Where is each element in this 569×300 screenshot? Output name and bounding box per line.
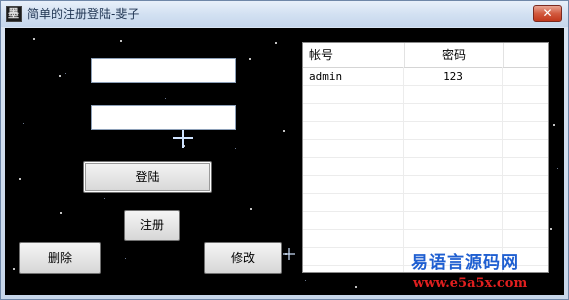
star — [553, 124, 555, 126]
watermark-url: www.e5a5x.com — [413, 276, 528, 291]
app-window: 墨 简单的注册登陆-斐子 ✕ 登陆 注册 删除 修改 帐号 密码 admin 1… — [0, 0, 569, 300]
star — [249, 58, 251, 60]
star — [165, 98, 166, 99]
list-header: 帐号 密码 — [303, 43, 548, 68]
cell-password: 123 — [443, 70, 463, 83]
star — [283, 130, 285, 132]
title-bar[interactable]: 墨 简单的注册登陆-斐子 ✕ — [1, 1, 568, 27]
star — [235, 148, 236, 149]
password-field[interactable] — [91, 105, 236, 130]
empty-row — [303, 230, 548, 248]
star — [59, 75, 61, 77]
empty-row — [303, 122, 548, 140]
window-title: 简单的注册登陆-斐子 — [27, 7, 140, 21]
empty-row — [303, 104, 548, 122]
username-field[interactable] — [91, 58, 236, 83]
account-list[interactable]: 帐号 密码 admin 123 — [302, 42, 549, 273]
empty-row — [303, 212, 548, 230]
sparkle-star — [283, 248, 295, 260]
column-header-password[interactable]: 密码 — [404, 43, 503, 67]
column-header-empty — [503, 43, 548, 67]
watermark-title: 易语言源码网 — [411, 253, 519, 273]
star — [33, 38, 35, 40]
star — [355, 286, 357, 288]
empty-row — [303, 176, 548, 194]
star — [305, 280, 306, 281]
login-button[interactable]: 登陆 — [83, 161, 212, 193]
sparkle-star — [173, 128, 193, 148]
empty-row — [303, 194, 548, 212]
star — [557, 168, 558, 169]
password-input[interactable] — [92, 106, 235, 129]
modify-button[interactable]: 修改 — [204, 242, 282, 274]
empty-row — [303, 158, 548, 176]
app-icon-glyph: 墨 — [8, 7, 19, 20]
star — [550, 228, 552, 230]
close-button[interactable]: ✕ — [533, 5, 562, 22]
register-button[interactable]: 注册 — [124, 210, 180, 241]
table-row[interactable]: admin 123 — [303, 68, 548, 86]
empty-row — [303, 86, 548, 104]
star — [250, 208, 252, 210]
star — [125, 258, 126, 259]
star — [275, 42, 277, 44]
close-icon: ✕ — [542, 6, 553, 20]
empty-row — [303, 140, 548, 158]
star — [13, 268, 15, 270]
star — [65, 73, 66, 74]
delete-button[interactable]: 删除 — [19, 242, 101, 274]
star — [104, 198, 105, 199]
star — [19, 178, 21, 180]
star — [60, 212, 62, 214]
column-header-account[interactable]: 帐号 — [309, 43, 404, 67]
star — [23, 123, 24, 124]
username-input[interactable] — [92, 59, 235, 82]
cell-account: admin — [309, 70, 343, 83]
star — [120, 40, 122, 42]
app-icon: 墨 — [6, 6, 22, 22]
